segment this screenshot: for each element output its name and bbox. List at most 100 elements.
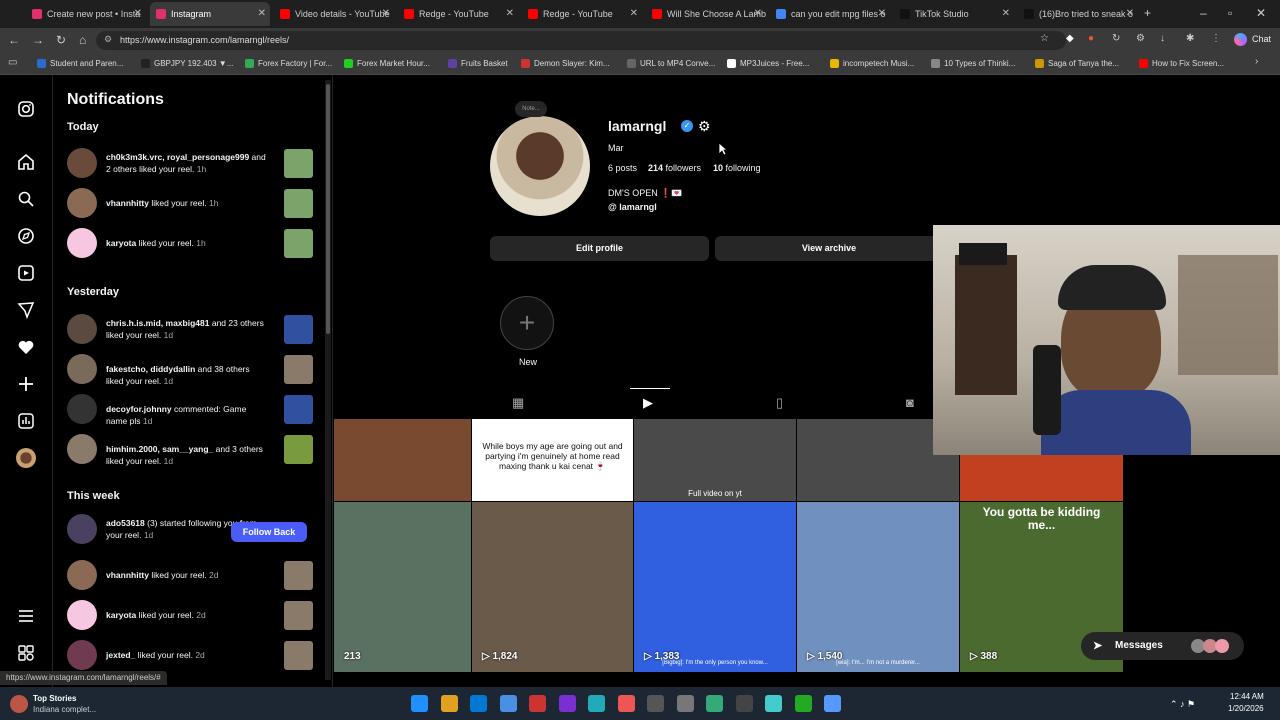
apps-icon[interactable]: ▭ — [8, 57, 17, 68]
bookmark-item[interactable]: Demon Slayer: Kim... — [521, 59, 610, 68]
browser-tab[interactable]: Create new post • Insta ✕ — [26, 2, 146, 26]
browser-tab[interactable]: Redge - YouTube ✕ — [522, 2, 642, 26]
profile-avatar[interactable] — [490, 116, 590, 216]
store-icon[interactable] — [499, 695, 517, 712]
notification-reel-thumb[interactable] — [284, 601, 313, 630]
reel-tile[interactable]: ▷ 1,824 — [472, 502, 633, 672]
reels-icon[interactable] — [16, 263, 36, 283]
app-3-icon[interactable] — [617, 695, 635, 712]
url-bar[interactable]: ⚙ https://www.instagram.com/lamarngl/ree… — [96, 31, 1066, 50]
edit-profile-button[interactable]: Edit profile — [490, 236, 709, 261]
bookmark-item[interactable]: 10 Types of Thinki... — [931, 59, 1015, 68]
notification-avatar[interactable] — [67, 188, 97, 218]
profile-followers[interactable]: 214 followers — [648, 163, 701, 173]
notification-row[interactable]: vhannhitty liked your reel. 2d — [67, 559, 313, 591]
app-4-icon[interactable] — [647, 695, 664, 712]
clock-time[interactable]: 12:44 AM — [1230, 692, 1264, 701]
bookmark-item[interactable]: Saga of Tanya the... — [1035, 59, 1119, 68]
tagged-tab-icon[interactable]: ◙ — [906, 395, 914, 410]
app-8-icon[interactable] — [794, 695, 812, 712]
extension-2-icon[interactable]: ● — [1088, 33, 1094, 44]
notification-row[interactable]: jexted_ liked your reel. 2d — [67, 639, 313, 671]
new-tab-icon[interactable]: + — [1144, 6, 1151, 20]
site-info-icon[interactable]: ⚙ — [104, 34, 112, 45]
threads-icon[interactable] — [16, 643, 36, 663]
notification-users[interactable]: karyota — [106, 610, 136, 620]
notification-avatar[interactable] — [67, 600, 97, 630]
settings-gear-icon[interactable]: ⚙ — [698, 118, 711, 135]
notification-reel-thumb[interactable] — [284, 641, 313, 670]
notification-users[interactable]: ado53618 — [106, 518, 145, 528]
close-window-icon[interactable]: ✕ — [1256, 6, 1266, 20]
search-icon[interactable] — [16, 189, 36, 209]
home-browser-icon[interactable]: ⌂ — [79, 33, 86, 47]
premiere-icon[interactable] — [558, 695, 576, 712]
maximize-icon[interactable]: ▫ — [1228, 6, 1232, 20]
app-7-icon[interactable] — [765, 695, 782, 712]
follow-back-button[interactable]: Follow Back — [231, 522, 307, 542]
posts-tab-grid-icon[interactable]: ▦ — [512, 395, 524, 411]
notification-avatar[interactable] — [67, 560, 97, 590]
messages-icon[interactable] — [16, 300, 36, 320]
bookmarks-overflow-icon[interactable]: › — [1255, 56, 1258, 67]
tab-close-icon[interactable]: ✕ — [134, 8, 142, 19]
app-icon[interactable] — [529, 695, 546, 712]
more-menu-icon[interactable]: ⋮ — [1211, 33, 1221, 44]
menu-icon[interactable] — [16, 606, 36, 626]
notification-row[interactable]: karyota liked your reel. 2d — [67, 599, 313, 631]
notification-row[interactable]: himhim.2000, sam__yang_ and 3 others lik… — [67, 433, 313, 466]
extension-4-icon[interactable]: ⚙ — [1136, 33, 1145, 44]
notification-reel-thumb[interactable] — [284, 229, 313, 258]
bookmark-item[interactable]: incompetech Musi... — [830, 59, 914, 68]
forward-icon[interactable]: → — [32, 33, 44, 47]
start-icon[interactable] — [411, 695, 428, 712]
notification-users[interactable]: decoyfor.johnny — [106, 404, 172, 414]
home-icon[interactable] — [16, 152, 36, 172]
tray-icons[interactable]: ⌃ ♪ ⚑ — [1170, 699, 1195, 710]
notification-avatar[interactable] — [67, 354, 97, 384]
profile-following[interactable]: 10 following — [713, 163, 761, 173]
extension-3-icon[interactable]: ↻ — [1112, 33, 1120, 44]
chat-button[interactable]: Chat — [1252, 34, 1271, 44]
profile-icon[interactable] — [16, 448, 36, 468]
app-6-icon[interactable] — [706, 695, 723, 712]
notification-avatar[interactable] — [67, 640, 97, 670]
notification-row[interactable]: vhannhitty liked your reel. 1h — [67, 187, 313, 219]
heart-icon[interactable] — [16, 337, 36, 357]
tab-close-icon[interactable]: ✕ — [382, 8, 390, 19]
messages-pill[interactable]: ➤ Messages — [1081, 632, 1244, 660]
tab-close-icon[interactable]: ✕ — [506, 8, 514, 19]
edge-icon[interactable] — [470, 695, 487, 712]
notification-row[interactable]: ch0k3m3k.vrc, royal_personage999 and 2 o… — [67, 147, 313, 179]
explore-icon[interactable] — [16, 226, 36, 246]
bookmark-item[interactable]: Forex Market Hour... — [344, 59, 430, 68]
notification-avatar[interactable] — [67, 314, 97, 344]
tab-close-icon[interactable]: ✕ — [754, 8, 762, 19]
notification-row[interactable]: karyota liked your reel. 1h — [67, 227, 313, 259]
notification-reel-thumb[interactable] — [284, 315, 313, 344]
browser-tab[interactable]: can you edit mpg files o ✕ — [770, 2, 890, 26]
notification-users[interactable]: himhim.2000, sam__yang_ — [106, 444, 213, 454]
notification-users[interactable]: chris.h.is.mid, maxbig481 — [106, 318, 209, 328]
extension-icon[interactable]: ◆ — [1066, 33, 1074, 44]
notification-row[interactable]: decoyfor.johnny commented: Game name pls… — [67, 393, 313, 426]
saved-tab-bookmark-icon[interactable]: ▯ — [776, 395, 783, 411]
extensions-puzzle-icon[interactable]: ✱ — [1186, 33, 1194, 44]
notification-users[interactable]: vhannhitty — [106, 570, 149, 580]
profile-threads-link[interactable]: @ lamarngl — [608, 202, 657, 212]
notification-row[interactable]: chris.h.is.mid, maxbig481 and 23 others … — [67, 313, 313, 345]
notification-reel-thumb[interactable] — [284, 561, 313, 590]
instagram-icon[interactable] — [16, 99, 36, 119]
news-widget-icon[interactable] — [10, 695, 28, 713]
notification-reel-thumb[interactable] — [284, 355, 313, 384]
create-icon[interactable] — [16, 374, 36, 394]
reel-tile[interactable]: [wia]: I'm... I'm not a murderer... ▷ 1,5… — [797, 502, 959, 672]
top-stories-label[interactable]: Top Stories — [33, 694, 76, 703]
bookmark-item[interactable]: GBPJPY 192.403 ▼... — [141, 59, 233, 68]
notification-users[interactable]: karyota — [106, 238, 136, 248]
notification-avatar[interactable] — [67, 394, 97, 424]
extension-5-icon[interactable]: ↓ — [1160, 33, 1165, 44]
note-bubble[interactable]: Note... — [515, 101, 547, 117]
bookmark-item[interactable]: URL to MP4 Conve... — [627, 59, 715, 68]
view-archive-button[interactable]: View archive — [715, 236, 943, 261]
